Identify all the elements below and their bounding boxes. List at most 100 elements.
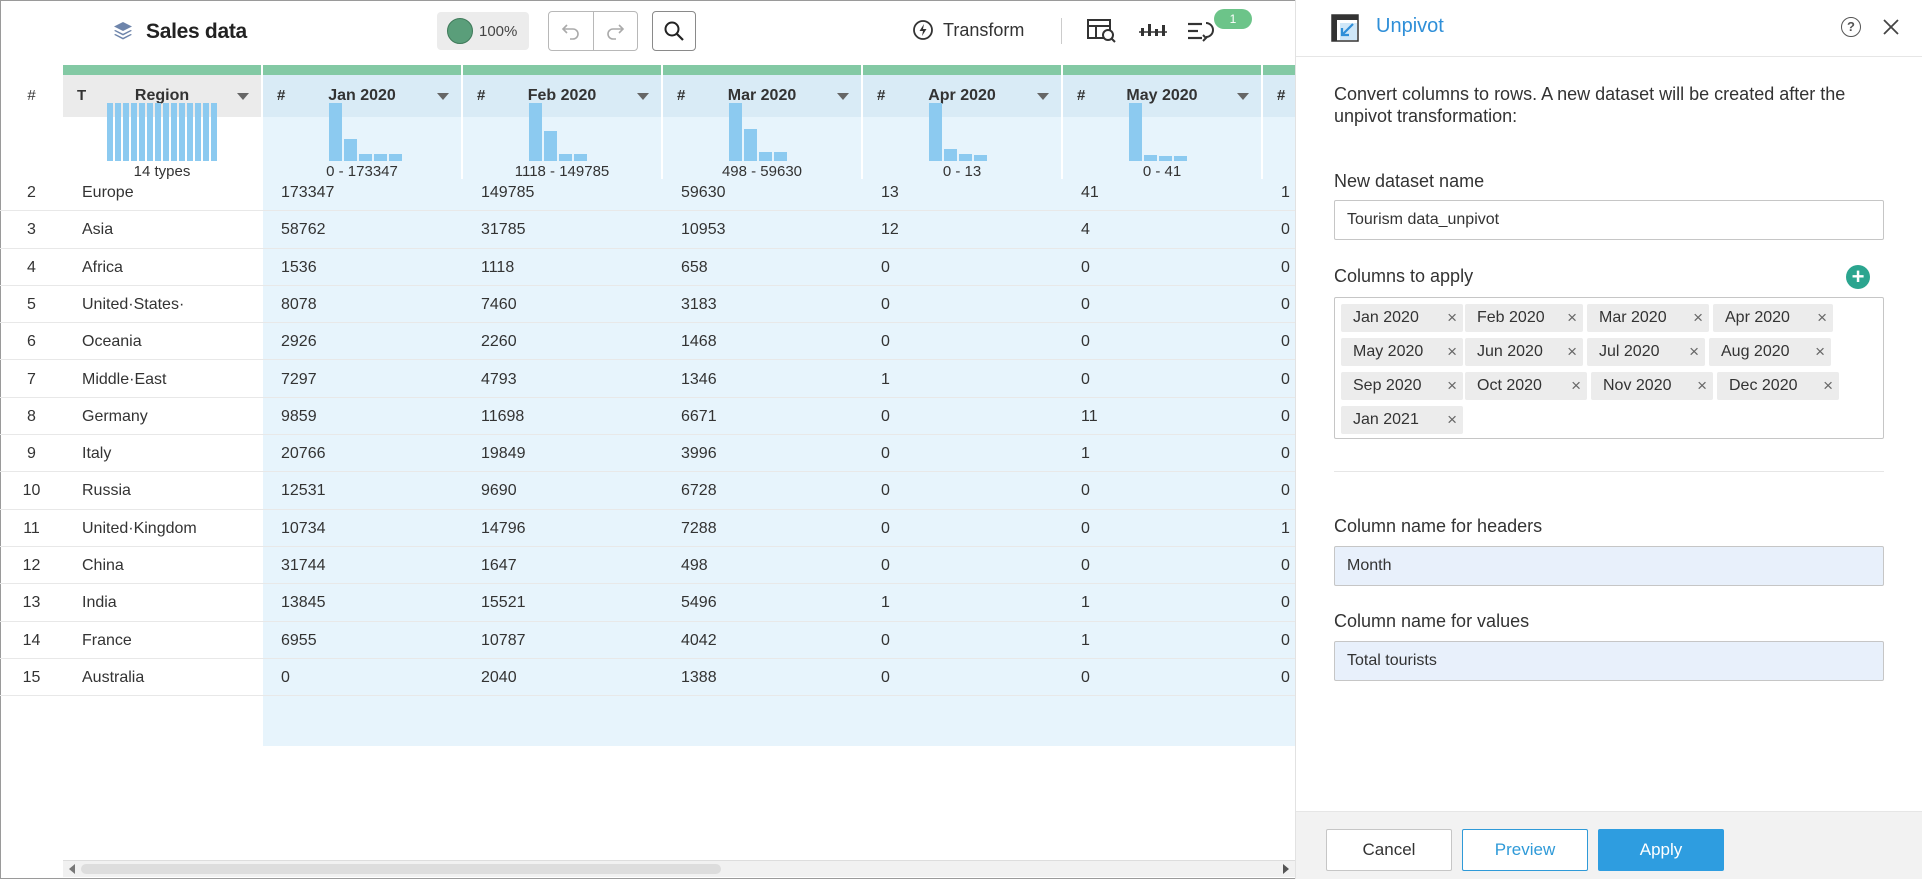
value-cell[interactable]: 20766 <box>281 435 326 472</box>
apply-button[interactable]: Apply <box>1598 829 1724 871</box>
value-cell[interactable]: 11 <box>1081 398 1098 435</box>
table-row[interactable]: 4 Africa 1536 1118 658 0 0 0 <box>0 249 1295 286</box>
redo-button[interactable] <box>594 12 638 50</box>
value-cell[interactable]: 1388 <box>681 659 717 696</box>
value-cell[interactable]: 0 <box>1281 622 1290 659</box>
region-cell[interactable]: Middle·East <box>82 361 166 398</box>
table-row[interactable]: 10 Russia 12531 9690 6728 0 0 0 <box>0 472 1295 510</box>
table-row[interactable]: 6 Oceania 2926 2260 1468 0 0 0 <box>0 323 1295 361</box>
history-button[interactable] <box>1184 16 1216 46</box>
value-cell[interactable]: 1 <box>1081 584 1090 621</box>
value-cell[interactable]: 4 <box>1081 211 1090 248</box>
region-cell[interactable]: Italy <box>82 435 111 472</box>
value-cell[interactable]: 1 <box>1281 174 1290 211</box>
value-cell[interactable]: 0 <box>1081 286 1090 323</box>
horizontal-scrollbar[interactable] <box>63 860 1295 877</box>
value-cell[interactable]: 19849 <box>481 435 526 472</box>
remove-tag-icon[interactable]: × <box>1689 338 1699 366</box>
value-cell[interactable]: 0 <box>881 622 890 659</box>
value-cell[interactable]: 0 <box>881 547 890 584</box>
value-cell[interactable]: 1 <box>881 584 890 621</box>
dataset-title[interactable]: Sales data <box>146 20 247 44</box>
add-column-button[interactable]: + <box>1846 265 1870 289</box>
region-cell[interactable]: France <box>82 622 132 659</box>
region-cell[interactable]: United·Kingdom <box>82 510 197 547</box>
remove-tag-icon[interactable]: × <box>1817 304 1827 332</box>
value-cell[interactable]: 0 <box>1081 472 1090 509</box>
value-cell[interactable]: 1 <box>1281 510 1290 547</box>
value-cell[interactable]: 6955 <box>281 622 317 659</box>
value-cell[interactable]: 0 <box>881 323 890 360</box>
column-title-bar[interactable]: # <box>1263 75 1295 117</box>
value-cell[interactable]: 5496 <box>681 584 717 621</box>
value-cell[interactable]: 0 <box>1081 510 1090 547</box>
region-cell[interactable]: United·States· <box>82 286 184 323</box>
dataset-name-input[interactable] <box>1334 200 1884 240</box>
value-cell[interactable]: 1647 <box>481 547 517 584</box>
column-menu-caret-icon[interactable] <box>1237 93 1249 100</box>
region-cell[interactable]: Oceania <box>82 323 142 360</box>
value-cell[interactable]: 14796 <box>481 510 526 547</box>
value-cell[interactable]: 0 <box>1281 286 1290 323</box>
remove-tag-icon[interactable]: × <box>1567 338 1577 366</box>
region-cell[interactable]: Africa <box>82 249 123 286</box>
value-cell[interactable]: 0 <box>1081 361 1090 398</box>
value-cell[interactable]: 6671 <box>681 398 717 435</box>
region-cell[interactable]: Europe <box>82 174 134 211</box>
value-cell[interactable]: 0 <box>881 472 890 509</box>
remove-tag-icon[interactable]: × <box>1823 372 1833 400</box>
value-cell[interactable]: 9859 <box>281 398 317 435</box>
value-cell[interactable]: 12 <box>881 211 899 248</box>
zoom-control[interactable]: 100% <box>437 12 529 50</box>
value-cell[interactable]: 149785 <box>481 174 534 211</box>
columns-tag-input[interactable]: Jan 2020 × Feb 2020 × Mar 2020 × Apr 2020 × May … <box>1334 297 1884 439</box>
column-menu-caret-icon[interactable] <box>237 93 249 100</box>
column-title-bar[interactable]: T Region <box>63 75 261 117</box>
remove-tag-icon[interactable]: × <box>1697 372 1707 400</box>
value-cell[interactable]: 1118 <box>481 249 514 286</box>
value-cell[interactable]: 15521 <box>481 584 526 621</box>
value-cell[interactable]: 4793 <box>481 361 517 398</box>
value-cell[interactable]: 0 <box>881 398 890 435</box>
value-cell[interactable]: 7460 <box>481 286 517 323</box>
column-header-1[interactable]: # Jan 2020 0 - 173347 <box>263 75 461 180</box>
scroll-thumb[interactable] <box>81 864 721 874</box>
value-cell[interactable]: 0 <box>1281 398 1290 435</box>
remove-tag-icon[interactable]: × <box>1447 372 1457 400</box>
value-cell[interactable]: 58762 <box>281 211 326 248</box>
values-column-input[interactable] <box>1334 641 1884 681</box>
value-cell[interactable]: 9690 <box>481 472 517 509</box>
data-profile-button[interactable] <box>1086 16 1118 46</box>
value-cell[interactable]: 3996 <box>681 435 717 472</box>
column-title-bar[interactable]: # Jan 2020 <box>263 75 461 117</box>
value-cell[interactable]: 0 <box>881 435 890 472</box>
column-menu-caret-icon[interactable] <box>637 93 649 100</box>
table-row[interactable]: 8 Germany 9859 11698 6671 0 11 0 <box>0 398 1295 436</box>
region-cell[interactable]: Germany <box>82 398 148 435</box>
undo-button[interactable] <box>549 12 594 50</box>
value-cell[interactable]: 59630 <box>681 174 726 211</box>
value-cell[interactable]: 1346 <box>681 361 717 398</box>
region-cell[interactable]: China <box>82 547 124 584</box>
column-stats-button[interactable] <box>1137 16 1169 46</box>
close-icon[interactable] <box>1880 16 1902 38</box>
scroll-left-icon[interactable] <box>69 864 75 874</box>
value-cell[interactable]: 498 <box>681 547 708 584</box>
value-cell[interactable]: 10734 <box>281 510 326 547</box>
value-cell[interactable]: 0 <box>1281 472 1290 509</box>
remove-tag-icon[interactable]: × <box>1815 338 1825 366</box>
value-cell[interactable]: 0 <box>1281 435 1290 472</box>
search-button[interactable] <box>652 11 696 51</box>
value-cell[interactable]: 2260 <box>481 323 517 360</box>
value-cell[interactable]: 0 <box>881 286 890 323</box>
remove-tag-icon[interactable]: × <box>1693 304 1703 332</box>
cancel-button[interactable]: Cancel <box>1326 829 1452 871</box>
value-cell[interactable]: 10953 <box>681 211 726 248</box>
value-cell[interactable]: 41 <box>1081 174 1099 211</box>
help-icon[interactable]: ? <box>1841 17 1861 37</box>
remove-tag-icon[interactable]: × <box>1571 372 1581 400</box>
value-cell[interactable]: 11698 <box>481 398 524 435</box>
region-cell[interactable]: Australia <box>82 659 144 696</box>
headers-column-input[interactable] <box>1334 546 1884 586</box>
value-cell[interactable]: 31744 <box>281 547 326 584</box>
